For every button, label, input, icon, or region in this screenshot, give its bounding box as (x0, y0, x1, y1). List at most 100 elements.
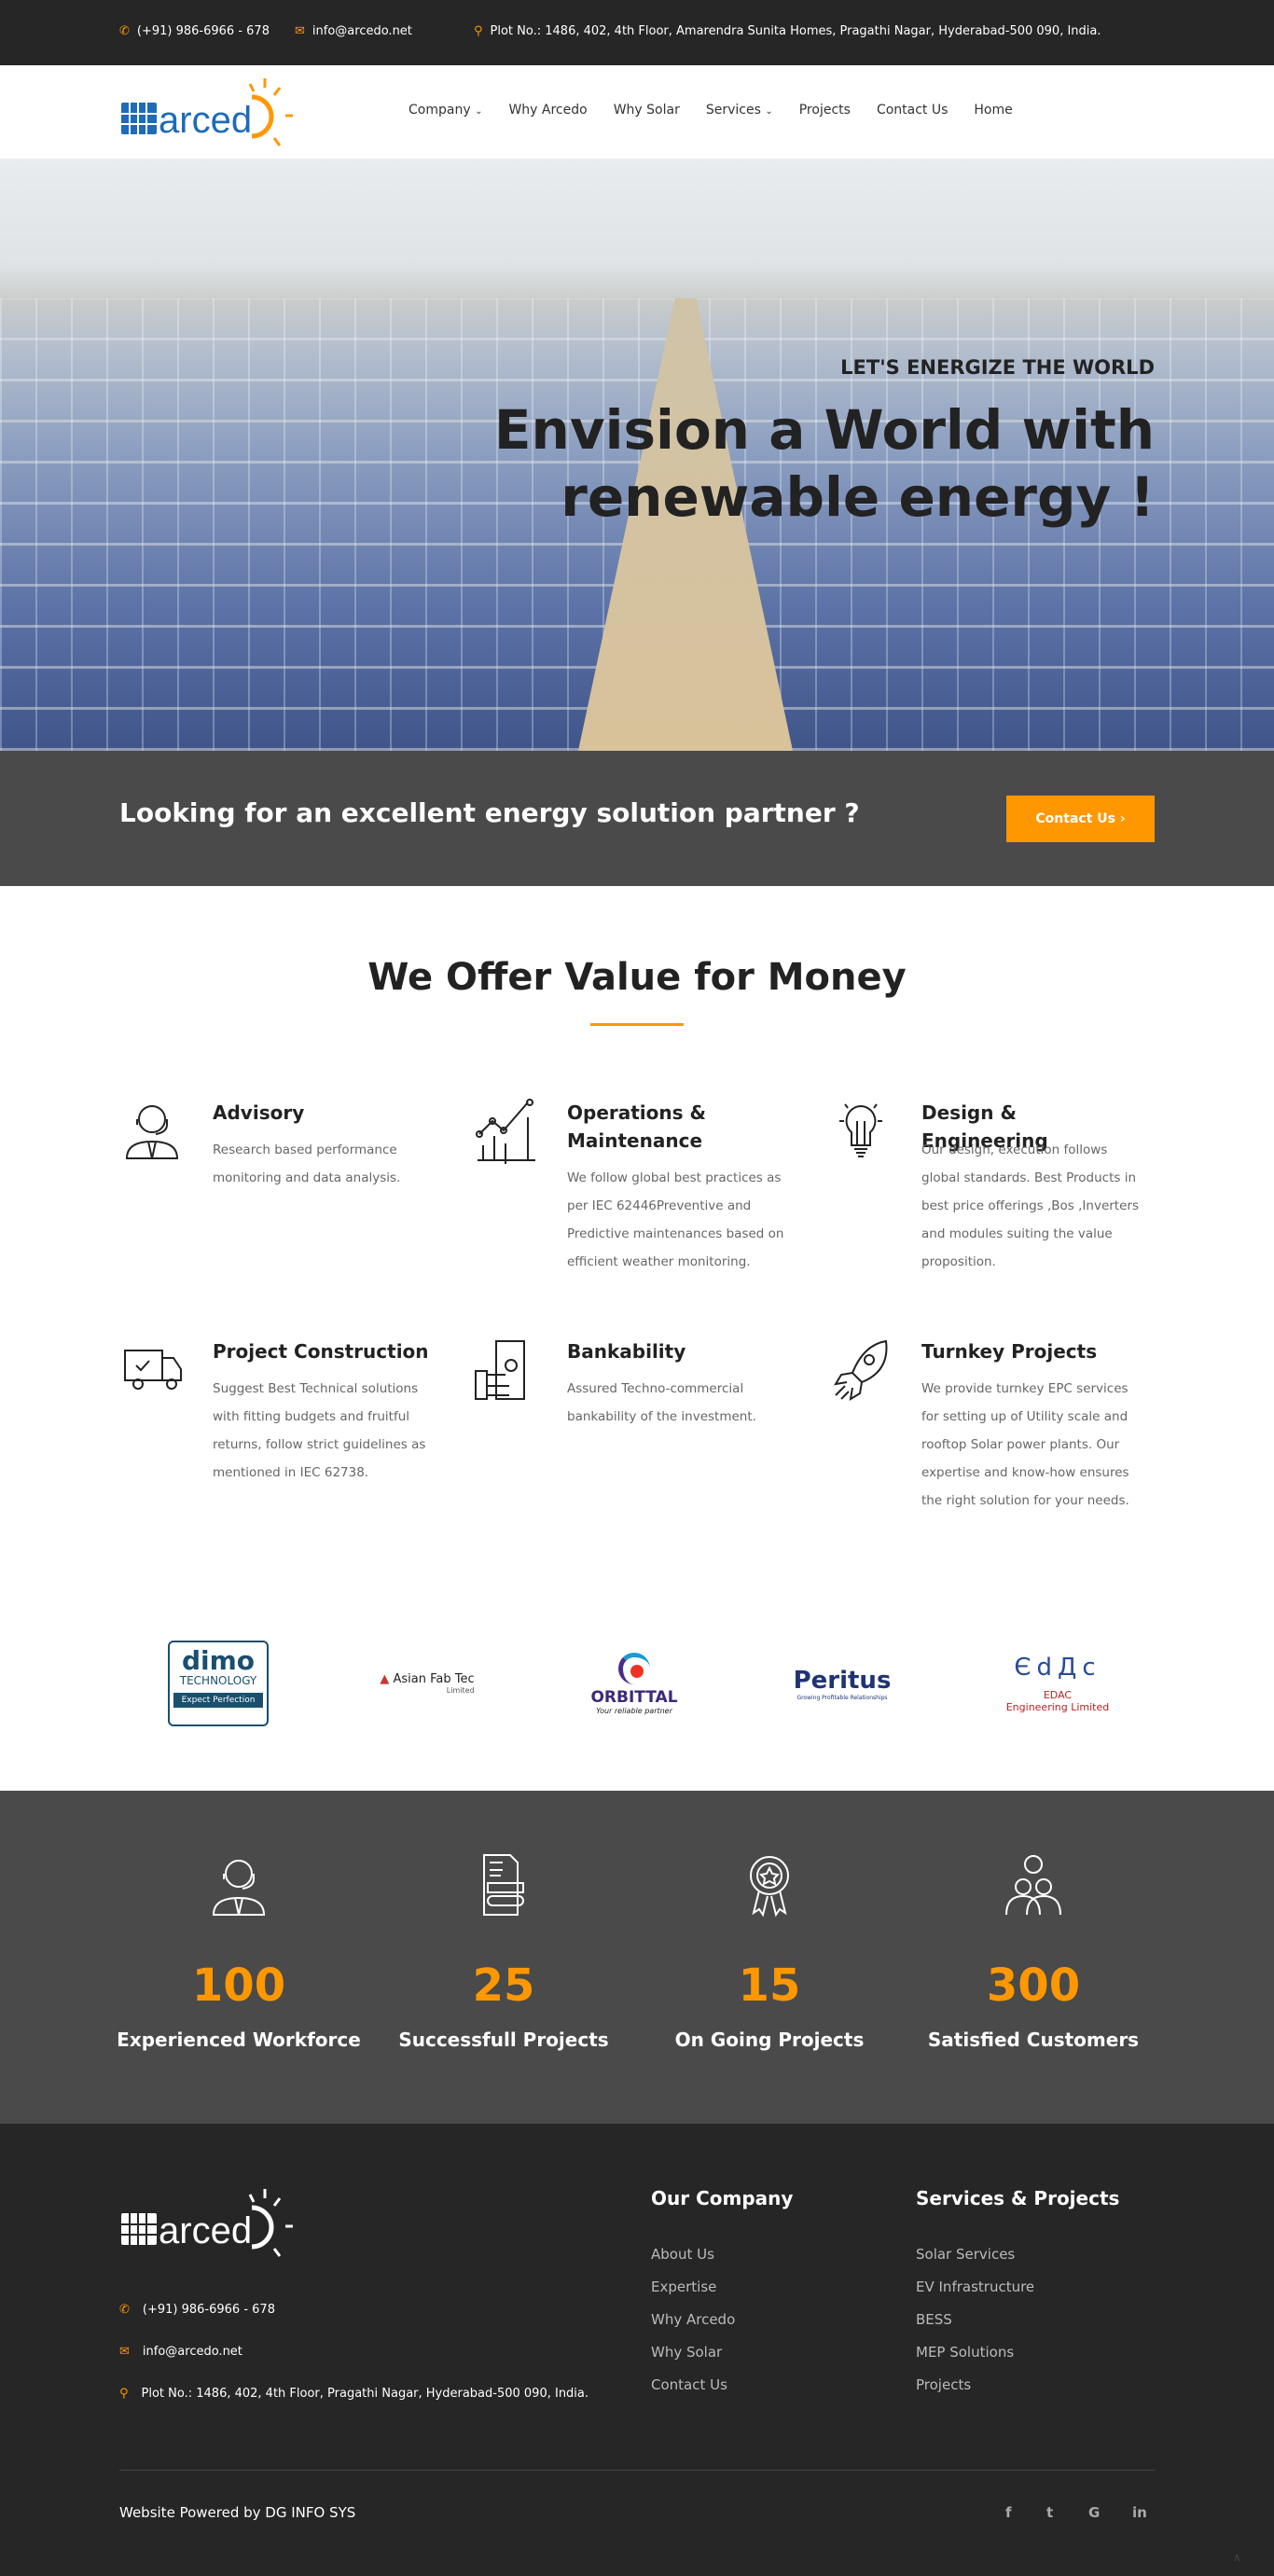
money-hand-icon (475, 1340, 525, 1400)
nav-company[interactable]: Company ⌄ (409, 103, 482, 118)
nav-menu: Company ⌄ Why Arcedo Why Solar Services … (409, 103, 1013, 118)
envelope-icon: ✉ (295, 24, 305, 38)
topbar-phone[interactable]: ✆ (+91) 986-6966 - 678 (119, 24, 270, 38)
partner-logo-dimo: dimo TECHNOLOGY Expect Perfection (125, 1637, 312, 1730)
cta-text: Looking for an excellent energy solution… (119, 797, 860, 828)
google-icon[interactable]: G (1088, 2504, 1100, 2521)
footer-link-projects[interactable]: Projects (916, 2369, 1034, 2402)
stat-value: 300 (986, 1960, 1081, 2012)
footer-link-why-solar[interactable]: Why Solar (651, 2336, 735, 2369)
main-navbar: arced Company ⌄ Why Arcedo Why Solar Ser… (0, 65, 1274, 159)
rocket-icon (834, 1339, 888, 1401)
partner-line: TECHNOLOGY (179, 1674, 257, 1687)
phone-text: (+91) 986-6966 - 678 (142, 2303, 275, 2317)
email-text: info@arcedo.net (312, 24, 412, 38)
service-desc: Research based performance monitoring an… (213, 1143, 401, 1185)
linkedin-icon[interactable]: in (1132, 2504, 1147, 2521)
site-logo[interactable]: arced (119, 76, 306, 150)
footer-link-expertise[interactable]: Expertise (651, 2271, 735, 2304)
users-group-icon (1005, 1855, 1061, 1916)
footer-email[interactable]: ✉ info@arcedo.net (119, 2345, 242, 2359)
partner-name: ORBITTAL (590, 1687, 678, 1707)
partner-logo-orbittal: ORBITTAL Your reliable partner (541, 1637, 727, 1730)
svg-text:arced: arced (159, 2210, 252, 2251)
service-desc: Assured Techno-commercial bankability of… (567, 1381, 756, 1424)
headset-agent-icon (212, 1860, 266, 1916)
footer-divider (119, 2470, 1155, 2471)
stat-successful-projects: 25 Successfull Projects (373, 1853, 634, 2051)
footer-link-mep-solutions[interactable]: MEP Solutions (916, 2336, 1034, 2369)
partner-name: dimo (181, 1645, 256, 1676)
phone-icon: ✆ (119, 2303, 130, 2317)
nav-why-solar[interactable]: Why Solar (614, 103, 680, 118)
stat-ongoing-projects: 15 On Going Projects (639, 1853, 900, 2051)
nav-projects[interactable]: Projects (799, 103, 851, 118)
partner-name: EDAC (1043, 1689, 1073, 1701)
stat-value: 15 (738, 1960, 801, 2012)
footer-phone[interactable]: ✆ (+91) 986-6966 - 678 (119, 2303, 275, 2317)
partner-logo-edac: ЄdДc EDAC Engineering Limited (1005, 1654, 1110, 1713)
address-text: Plot No.: 1486, 402, 4th Floor, Amarendr… (490, 24, 1101, 38)
footer-link-about-us[interactable]: About Us (651, 2238, 735, 2271)
nav-services[interactable]: Services ⌄ (706, 103, 773, 118)
contact-us-button[interactable]: Contact Us › (1006, 796, 1155, 842)
footer-link-why-arcedo[interactable]: Why Arcedo (651, 2304, 735, 2336)
nav-label: Services (705, 103, 761, 118)
chart-growth-icon (476, 1099, 535, 1164)
phone-text: (+91) 986-6966 - 678 (136, 24, 270, 38)
twitter-icon[interactable]: t (1046, 2504, 1053, 2521)
partner-logo-peritus: Peritus Growing Profitable Relationships (749, 1637, 935, 1730)
hero-tagline: LET'S ENERGIZE THE WORLD (840, 356, 1155, 379)
stat-satisfied-customers: 300 Satisfied Customers (903, 1853, 1164, 2051)
partner-tagline: Growing Profitable Relationships (796, 1694, 888, 1701)
lightbulb-icon (839, 1103, 882, 1157)
address-text: Plot No.: 1486, 402, 4th Floor, Pragathi… (141, 2387, 589, 2401)
nav-contact-us[interactable]: Contact Us (877, 103, 948, 118)
title-underline (590, 1023, 684, 1026)
footer-logo[interactable]: arced (119, 2187, 306, 2261)
stat-label: Experienced Workforce (117, 2029, 361, 2051)
footer-heading-company: Our Company (651, 2187, 794, 2209)
nav-why-arcedo[interactable]: Why Arcedo (508, 103, 587, 118)
service-desc: Suggest Best Technical solutions with fi… (213, 1381, 426, 1480)
service-desc: We provide turnkey EPC services for sett… (921, 1381, 1129, 1508)
service-title: Project Construction (213, 1340, 429, 1363)
map-pin-icon: ⚲ (474, 24, 483, 38)
topbar-address: ⚲ Plot No.: 1486, 402, 4th Floor, Amarend… (474, 24, 1101, 38)
section-title: We Offer Value for Money (367, 956, 907, 999)
envelope-icon: ✉ (119, 2345, 130, 2359)
footer-link-solar-services[interactable]: Solar Services (916, 2238, 1034, 2271)
chevron-down-icon: ⌄ (475, 106, 483, 117)
map-pin-icon: ⚲ (119, 2387, 129, 2401)
partner-tagline: Limited (446, 1686, 475, 1695)
document-ruler-icon (483, 1854, 524, 1916)
award-badge-icon (750, 1856, 789, 1918)
footer-link-contact-us[interactable]: Contact Us (651, 2369, 735, 2402)
stat-label: Satisfied Customers (927, 2029, 1140, 2051)
stat-label: Successfull Projects (398, 2029, 609, 2051)
stat-value: 25 (472, 1960, 535, 2012)
service-title: Operations & Maintenance (567, 1101, 706, 1152)
service-title: Advisory (213, 1101, 305, 1124)
service-title: Bankability (567, 1340, 686, 1363)
stat-workforce: 100 Experienced Workforce (108, 1853, 369, 2051)
email-text: info@arcedo.net (142, 2345, 242, 2359)
partner-tagline: Engineering Limited (1005, 1701, 1110, 1713)
topbar-email[interactable]: ✉ info@arcedo.net (295, 24, 412, 38)
nav-label: Company (409, 103, 471, 118)
nav-home[interactable]: Home (974, 103, 1012, 118)
facebook-icon[interactable]: f (1005, 2504, 1012, 2521)
footer-link-bess[interactable]: BESS (916, 2304, 1034, 2336)
footer-credit: Website Powered by DG INFO SYS (119, 2504, 356, 2521)
service-title: Turnkey Projects (921, 1340, 1098, 1363)
partner-tagline: Your reliable partner (596, 1706, 672, 1715)
hero-heading: Envision a World with renewable energy ! (493, 398, 1155, 529)
partner-name: Peritus (793, 1666, 892, 1695)
scroll-top-icon[interactable]: ∧ (1233, 2551, 1241, 2564)
partner-tagline: Expect Perfection (173, 1693, 263, 1708)
stat-value: 100 (191, 1960, 286, 2012)
stat-label: On Going Projects (674, 2029, 865, 2051)
service-desc: We follow global best practices as per I… (567, 1170, 784, 1269)
footer-link-ev-infrastructure[interactable]: EV Infrastructure (916, 2271, 1034, 2304)
partner-logo-asianfabtec: ▲ Asian Fab Tec Limited (380, 1672, 475, 1695)
